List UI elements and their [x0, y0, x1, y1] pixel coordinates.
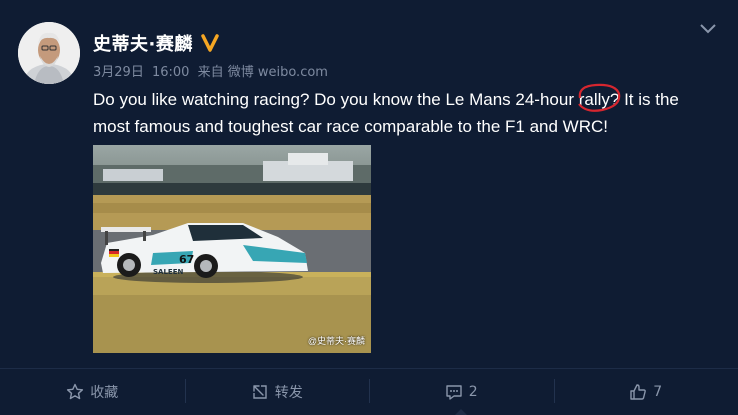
avatar[interactable]	[18, 22, 80, 84]
repost-button[interactable]: 转发	[184, 369, 370, 415]
chevron-down-icon[interactable]	[698, 22, 718, 36]
highlight-text: rally?	[578, 90, 620, 109]
user-header: 史蒂夫·赛麟	[93, 30, 220, 56]
car-brand: SALEEN	[153, 268, 183, 276]
comment-count: 2	[468, 384, 478, 400]
post-meta: 3月29日 16:00 来自 微博 weibo.com	[93, 61, 332, 80]
like-count: 7	[653, 384, 663, 400]
comment-button[interactable]: 2	[369, 369, 554, 415]
favorite-button[interactable]: 收藏	[0, 369, 185, 415]
share-icon	[253, 385, 267, 399]
post-image[interactable]: 67 SALEEN @史蒂夫·赛麟	[93, 145, 371, 353]
image-watermark: @史蒂夫·赛麟	[307, 336, 365, 346]
star-icon	[67, 383, 84, 400]
verified-icon	[200, 33, 220, 53]
action-bar: 收藏 转发 2 7	[0, 368, 738, 415]
post-text: Do you like watching racing? Do you know…	[93, 83, 718, 140]
like-button[interactable]: 7	[553, 369, 738, 415]
thumbs-up-icon	[630, 384, 647, 400]
post-source: 来自 微博 weibo.com	[197, 65, 328, 80]
comment-icon	[446, 385, 462, 400]
post-date[interactable]: 3月29日	[93, 65, 144, 80]
car-number: 67	[179, 253, 194, 266]
post-time: 16:00	[151, 65, 190, 80]
repost-label: 转发	[274, 385, 303, 401]
favorite-label: 收藏	[90, 385, 119, 401]
user-name[interactable]: 史蒂夫·赛麟	[93, 30, 193, 56]
post-text-before: Do you like watching racing? Do you know…	[93, 90, 579, 109]
active-indicator	[454, 409, 469, 415]
highlighted-word: rally?	[577, 83, 620, 113]
